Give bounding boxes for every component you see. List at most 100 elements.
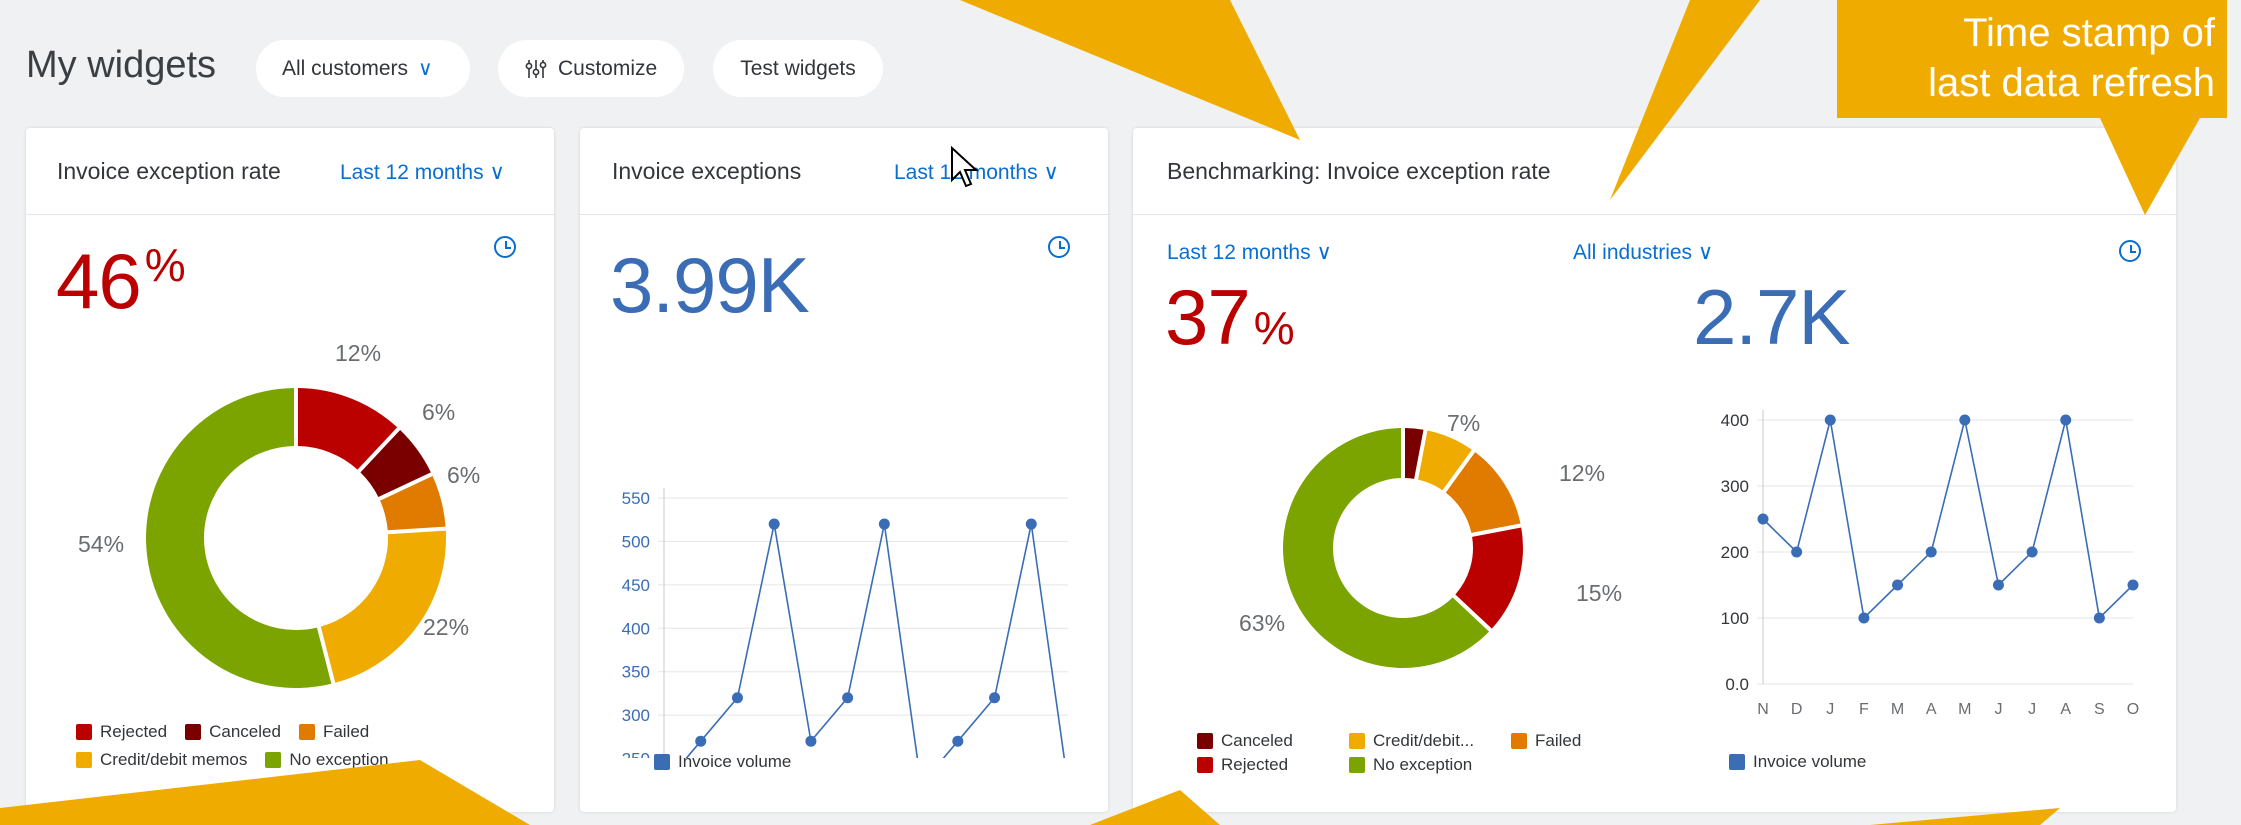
period-label: Last 12 months <box>1167 241 1311 264</box>
donut-chart <box>146 388 446 688</box>
chart-legend: Canceled Credit/debit... Failed Rejected No … <box>1197 731 1617 775</box>
industry-label: All industries <box>1573 241 1693 264</box>
kpi-value: 3.99K <box>610 241 810 329</box>
clock-icon[interactable] <box>2119 240 2141 262</box>
legend-item: Rejected <box>76 722 167 742</box>
series-line <box>685 523 1066 758</box>
legend-item: Canceled <box>1197 731 1337 751</box>
donut-label: 54% <box>78 531 125 557</box>
chevron-down-icon: ∨ <box>418 58 433 80</box>
chevron-down-icon: ∨ <box>1316 241 1332 264</box>
legend-item: No exception <box>265 750 389 770</box>
chevron-down-icon: ∨ <box>1043 161 1059 184</box>
legend-swatch <box>654 754 670 770</box>
callout-line-1: Time stamp of <box>1963 11 2215 55</box>
data-point[interactable] <box>2026 546 2038 558</box>
legend-swatch <box>1349 757 1365 773</box>
data-point[interactable] <box>1992 579 2004 591</box>
y-tick-label: 500 <box>622 532 650 551</box>
legend-item: Rejected <box>1197 755 1337 775</box>
widget-invoice-exceptions[interactable]: Invoice exceptions Last 12 months ∨ 3.99… <box>580 128 1108 812</box>
legend-label: No exception <box>289 750 389 769</box>
data-point[interactable] <box>1757 513 1769 525</box>
y-tick-label: 100 <box>1721 609 1749 628</box>
data-point[interactable] <box>695 735 707 747</box>
legend-item: Credit/debit memos <box>76 750 247 770</box>
card-title: Invoice exception rate <box>57 158 281 184</box>
data-point[interactable] <box>1824 414 1836 426</box>
data-point[interactable] <box>1959 414 1971 426</box>
test-widgets-button[interactable]: Test widgets <box>713 40 883 97</box>
y-tick-label: 450 <box>622 576 650 595</box>
clock-icon[interactable] <box>1048 236 1070 258</box>
legend-item: No exception <box>1349 755 1499 775</box>
legend-label: Rejected <box>100 722 168 741</box>
legend-item: Invoice volume <box>654 752 791 772</box>
sliders-icon <box>525 59 547 78</box>
x-tick-label: A <box>1926 701 1937 718</box>
y-tick-label: 200 <box>1721 543 1749 562</box>
legend-label: Invoice volume <box>678 752 792 771</box>
widget-invoice-exception-rate[interactable]: Invoice exception rate Last 12 months ∨ … <box>26 128 554 812</box>
legend-swatch <box>1197 733 1213 749</box>
legend-item: Failed <box>1511 731 1611 751</box>
x-tick-label: M <box>1958 701 1971 718</box>
timestamp-callout: Time stamp of last data refresh <box>1837 0 2227 118</box>
period-dropdown[interactable]: Last 12 months ∨ <box>1167 240 1332 265</box>
data-point[interactable] <box>768 518 780 530</box>
x-tick-label: M <box>1891 701 1904 718</box>
legend-item: Invoice volume <box>1729 752 1866 772</box>
data-point[interactable] <box>842 692 854 704</box>
callout-arrow-top-center <box>960 0 1300 140</box>
data-point[interactable] <box>2060 414 2072 426</box>
y-tick-label: 550 <box>622 489 650 508</box>
x-tick-label: F <box>1859 701 1869 718</box>
customer-filter-label: All customers <box>282 56 409 80</box>
kpi-left-value: 37% <box>1165 272 1295 363</box>
data-point[interactable] <box>2093 612 2105 624</box>
legend-swatch <box>185 724 202 740</box>
data-point[interactable] <box>731 692 743 704</box>
donut-label: 12% <box>1559 460 1606 486</box>
y-tick-label: 300 <box>1721 477 1749 496</box>
legend-item: Canceled <box>185 722 281 742</box>
legend-swatch <box>298 724 315 740</box>
data-point[interactable] <box>952 735 964 747</box>
legend-label: Invoice volume <box>1753 752 1867 771</box>
legend-label: Canceled <box>1221 731 1293 750</box>
x-tick-label: D <box>1791 701 1803 718</box>
donut-label: 6% <box>422 399 456 425</box>
chevron-down-icon: ∨ <box>1697 241 1714 264</box>
line-chart: 200250300350400450500550NDJFMAMJJASO2021… <box>622 488 1068 758</box>
kpi-value: 46% <box>56 236 186 327</box>
legend-swatch <box>76 724 92 740</box>
series-line <box>1762 419 2134 620</box>
legend-swatch <box>1729 754 1745 770</box>
legend-swatch <box>265 752 282 768</box>
donut-segment[interactable] <box>320 530 446 683</box>
data-point[interactable] <box>989 692 1001 704</box>
customize-button[interactable]: Customize <box>498 40 684 97</box>
widget-benchmarking-invoice-exception-rate[interactable]: Benchmarking: Invoice exception rate Las… <box>1133 128 2176 812</box>
data-point[interactable] <box>1858 612 1870 624</box>
industry-dropdown[interactable]: All industries ∨ <box>1573 240 1713 265</box>
kpi-number: 46 <box>56 237 142 325</box>
data-point[interactable] <box>1925 546 1937 558</box>
data-point[interactable] <box>2127 579 2139 591</box>
data-point[interactable] <box>1892 579 1904 591</box>
data-point[interactable] <box>1025 518 1037 530</box>
data-point[interactable] <box>878 518 890 530</box>
clock-icon[interactable] <box>494 236 516 258</box>
y-tick-label: 0.0 <box>1725 675 1749 694</box>
period-dropdown[interactable]: Last 12 months ∨ <box>340 160 505 185</box>
kpi-unit: % <box>144 239 186 291</box>
period-label: Last 12 months <box>340 161 484 184</box>
donut-label: 7% <box>1447 410 1481 436</box>
legend-swatch <box>1511 733 1527 749</box>
data-point[interactable] <box>805 735 817 747</box>
data-point[interactable] <box>1791 546 1803 558</box>
customer-filter-dropdown[interactable]: All customers ∨ <box>256 40 470 97</box>
x-tick-label: O <box>2127 701 2139 718</box>
y-tick-label: 400 <box>1721 411 1749 430</box>
legend-swatch <box>1197 757 1213 773</box>
